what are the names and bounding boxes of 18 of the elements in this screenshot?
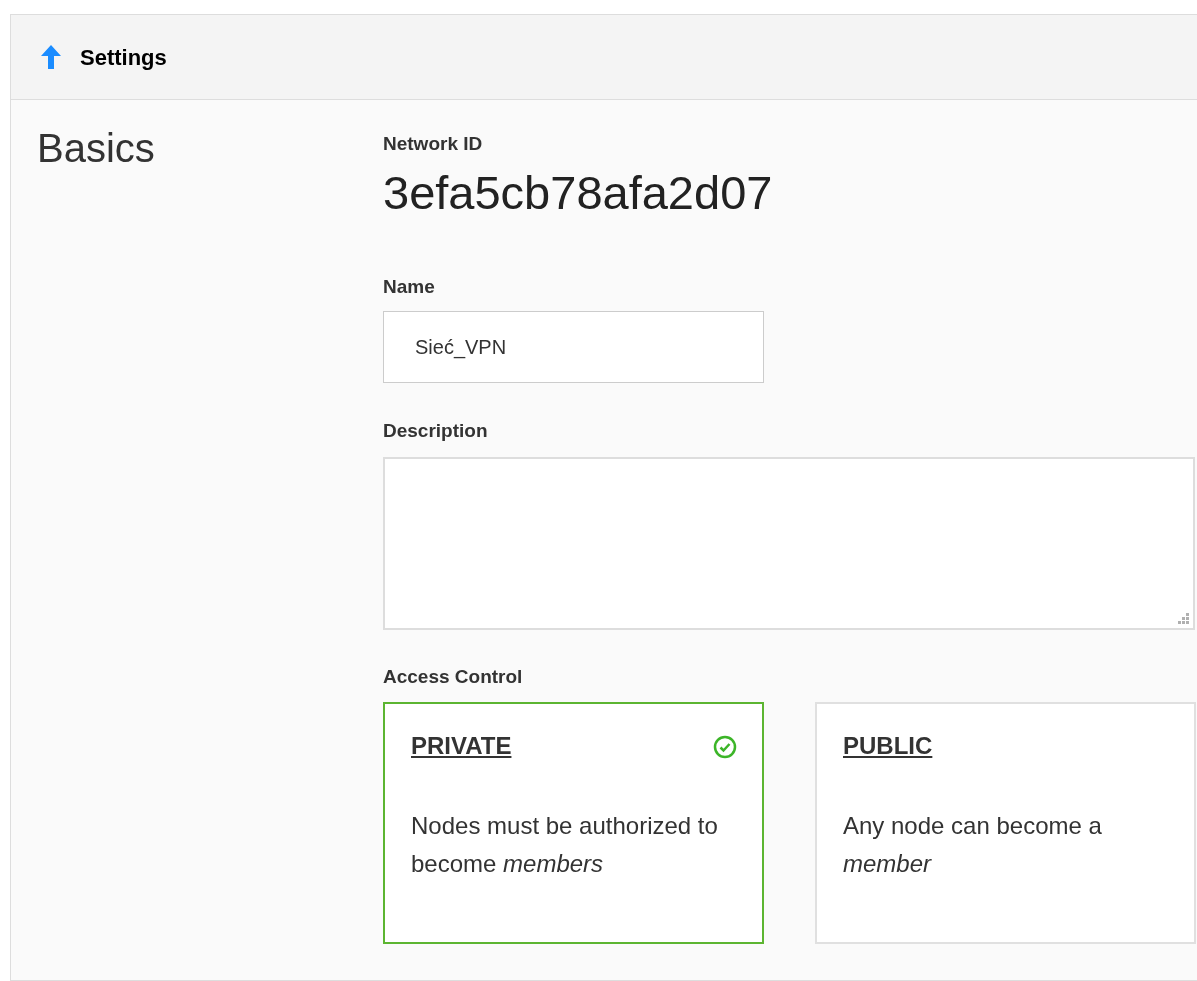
- panel-title: Settings: [80, 43, 167, 72]
- option-description: Any node can become a member: [843, 811, 1103, 879]
- name-input[interactable]: Sieć_VPN: [383, 311, 764, 383]
- description-input[interactable]: [383, 457, 1195, 630]
- option-title: PUBLIC: [843, 734, 933, 758]
- field-label: Name: [383, 277, 436, 296]
- field-label: Access Control: [383, 667, 524, 686]
- arrow-up-icon[interactable]: [39, 44, 63, 70]
- network-id: 3efa5cb78afa2d07: [383, 169, 774, 216]
- field-label: Description: [383, 421, 489, 440]
- access-option-card[interactable]: PUBLIC Any node can become a member: [815, 702, 1196, 944]
- option-title: PRIVATE: [411, 734, 512, 758]
- option-description: Nodes must be authorized to become members: [411, 811, 719, 879]
- field-label: Network ID: [383, 134, 484, 153]
- section-title: Basics: [37, 126, 155, 170]
- check-circle-icon: [713, 735, 737, 759]
- resize-handle-icon[interactable]: [1178, 613, 1190, 625]
- access-option-card[interactable]: PRIVATE Nodes must be authorized to become members: [383, 702, 764, 944]
